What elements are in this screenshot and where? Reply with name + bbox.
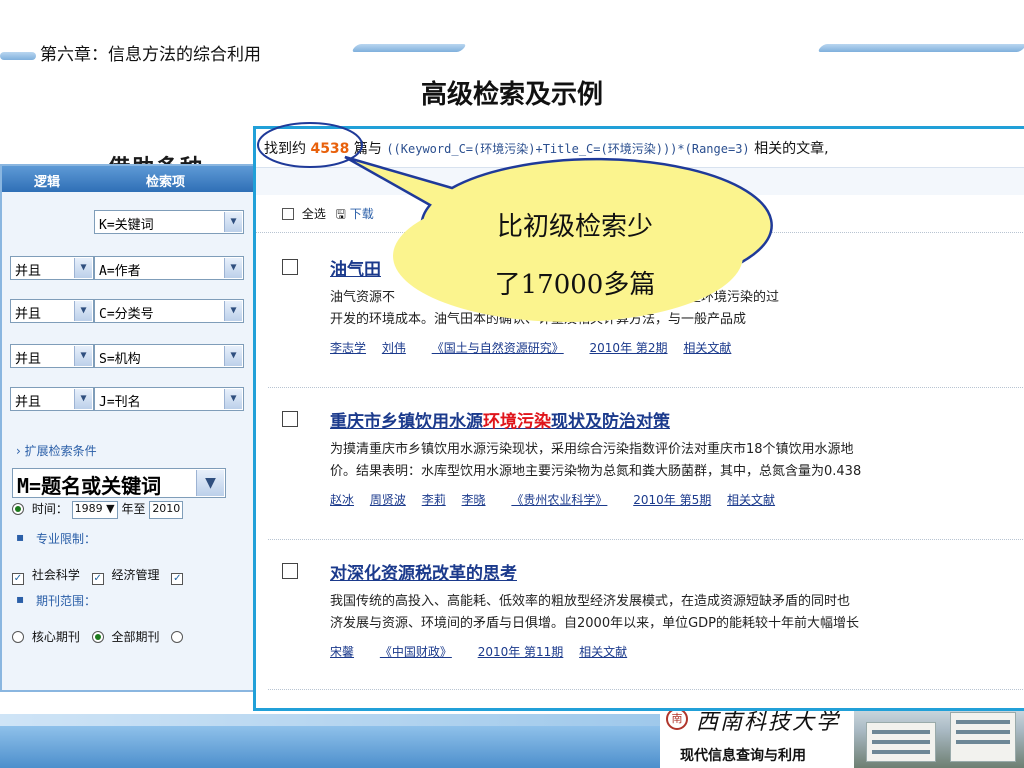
related-docs-link[interactable]: 相关文献 — [727, 493, 775, 507]
journal-range-label: 期刊范围： — [16, 592, 96, 609]
core-journal-radio[interactable] — [12, 631, 24, 643]
author-link[interactable]: 李志学 — [330, 341, 366, 355]
results-summary: 找到约 4538 篇与 ((Keyword_C=(环境污染)+Title_C=(… — [264, 141, 829, 157]
search-panel-header: 逻辑 检索项 — [2, 166, 254, 192]
author-link[interactable]: 李晓 — [462, 493, 486, 507]
field-select-3[interactable]: C=分类号 ▼ — [94, 299, 244, 323]
result-checkbox[interactable] — [282, 259, 298, 275]
select-all-label: 全选 — [301, 207, 326, 221]
school-logo-icon: 南 — [666, 708, 688, 730]
chevron-down-icon: ▼ — [74, 258, 92, 278]
result-meta: 宋馨 《中国财政》 2010年 第11期 相关文献 — [330, 643, 639, 660]
results-toolbar: 全选 🖫 下载 — [282, 205, 374, 226]
slide-title: 高级检索及示例 — [420, 80, 603, 110]
field-select-1[interactable]: K=关键词 ▼ — [94, 210, 244, 234]
result-abstract: 我国传统的高投入、高能耗、低效率的粗放型经济发展模式，在造成资源短缺矛盾的同时也… — [330, 594, 860, 631]
author-link[interactable]: 周贤波 — [370, 493, 406, 507]
search-query: ((Keyword_C=(环境污染)+Title_C=(环境污染)))*(Ran… — [386, 142, 750, 156]
subject-row: ✓ 社会科学 ✓ 经济管理 ✓ — [12, 568, 184, 585]
advanced-search-panel: 逻辑 检索项 K=关键词 ▼ 并且 ▼ A=作者 ▼ 并且 ▼ C=分类号 ▼ … — [0, 164, 256, 692]
result-abstract: 为摸清重庆市乡镇饮用水源污染现状，采用综合污染指数评价法对重庆市18个镇饮用水源… — [330, 442, 862, 479]
other-journal-radio[interactable] — [171, 631, 184, 643]
issue-link[interactable]: 2010年 第5期 — [633, 493, 711, 507]
author-link[interactable]: 赵冰 — [330, 493, 354, 507]
issue-link[interactable]: 2010年 第2期 — [590, 341, 668, 355]
course-name: 现代信息查询与利用 — [680, 748, 806, 764]
chevron-down-icon: ▼ — [224, 346, 242, 366]
author-link[interactable]: 李莉 — [422, 493, 446, 507]
header-logic: 逻辑 — [34, 175, 61, 190]
journal-link[interactable]: 《中国财政》 — [380, 645, 452, 659]
result-divider — [268, 387, 1024, 388]
chevron-down-icon: ▼ — [74, 346, 92, 366]
journal-range-row: 核心期刊 全部期刊 — [12, 628, 187, 645]
author-link[interactable]: 刘伟 — [382, 341, 406, 355]
author-link[interactable]: 宋馨 — [330, 645, 354, 659]
download-link[interactable]: 下载 — [350, 207, 374, 221]
subject-checkbox-econ[interactable]: ✓ — [91, 573, 104, 585]
logic-select-5[interactable]: 并且 ▼ — [10, 387, 94, 411]
chevron-down-icon: ▼ — [224, 301, 242, 321]
chevron-down-icon: ▼ — [224, 258, 242, 278]
header-stripe-right — [816, 44, 1024, 52]
logic-select-3[interactable]: 并且 ▼ — [10, 299, 94, 323]
journal-link[interactable]: 《国土与自然资源研究》 — [432, 341, 564, 355]
title-keyword-select[interactable]: M=题名或关键词 ▼ — [12, 468, 226, 498]
time-radio[interactable] — [12, 503, 24, 515]
chapter-title: 第六章：信息方法的综合利用 — [40, 45, 261, 65]
result-checkbox[interactable] — [282, 411, 298, 427]
year-to-select[interactable]: 2010 — [149, 500, 184, 519]
logic-select-2[interactable]: 并且 ▼ — [10, 256, 94, 280]
result-checkbox[interactable] — [282, 563, 298, 579]
chevron-down-icon: ▼ — [196, 470, 224, 496]
header-stripe-left — [0, 52, 36, 60]
subject-limit-label: 专业限制： — [16, 530, 96, 547]
subject-checkbox-social[interactable]: ✓ — [12, 573, 24, 585]
result-divider — [268, 689, 1024, 690]
result-count: 4538 — [310, 141, 350, 157]
chevron-down-icon: ▼ — [74, 389, 92, 409]
result-divider — [268, 539, 1024, 540]
subject-checkbox-more[interactable]: ✓ — [171, 573, 184, 585]
field-select-2[interactable]: A=作者 ▼ — [94, 256, 244, 280]
chevron-down-icon: ▼ — [224, 389, 242, 409]
result-meta: 李志学 刘伟 《国土与自然资源研究》 2010年 第2期 相关文献 — [330, 339, 743, 356]
field-select-4[interactable]: S=机构 ▼ — [94, 344, 244, 368]
callout-text: 比初级检索少 了17000多篇 — [494, 212, 656, 300]
select-all-checkbox[interactable] — [282, 208, 294, 220]
save-disk-icon[interactable]: 🖫 — [336, 207, 346, 221]
issue-link[interactable]: 2010年 第11期 — [478, 645, 564, 659]
field-select-5[interactable]: J=刊名 ▼ — [94, 387, 244, 411]
chevron-right-icon: › — [16, 444, 21, 458]
results-header-band — [256, 167, 1024, 195]
result-title-link[interactable]: 重庆市乡镇饮用水源环境污染现状及防治对策 — [330, 407, 670, 432]
result-title-link[interactable]: 对深化资源税改革的思考 — [330, 559, 517, 584]
header-stripe-middle — [350, 44, 468, 52]
expand-search-link[interactable]: › 扩展检索条件 — [16, 442, 97, 459]
time-range-row: 时间： 1989 ▼ 年至 2010 — [12, 500, 184, 519]
header-field: 检索项 — [146, 175, 186, 190]
journal-link[interactable]: 《贵州农业科学》 — [511, 493, 607, 507]
year-from-select[interactable]: 1989 ▼ — [71, 500, 118, 519]
logic-select-4[interactable]: 并且 ▼ — [10, 344, 94, 368]
all-journal-radio[interactable] — [91, 631, 104, 643]
related-docs-link[interactable]: 相关文献 — [683, 341, 731, 355]
result-meta: 赵冰 周贤波 李莉 李晓 《贵州农业科学》 2010年 第5期 相关文献 — [330, 491, 787, 508]
chevron-down-icon: ▼ — [224, 212, 242, 232]
chevron-down-icon: ▼ — [74, 301, 92, 321]
related-docs-link[interactable]: 相关文献 — [579, 645, 627, 659]
